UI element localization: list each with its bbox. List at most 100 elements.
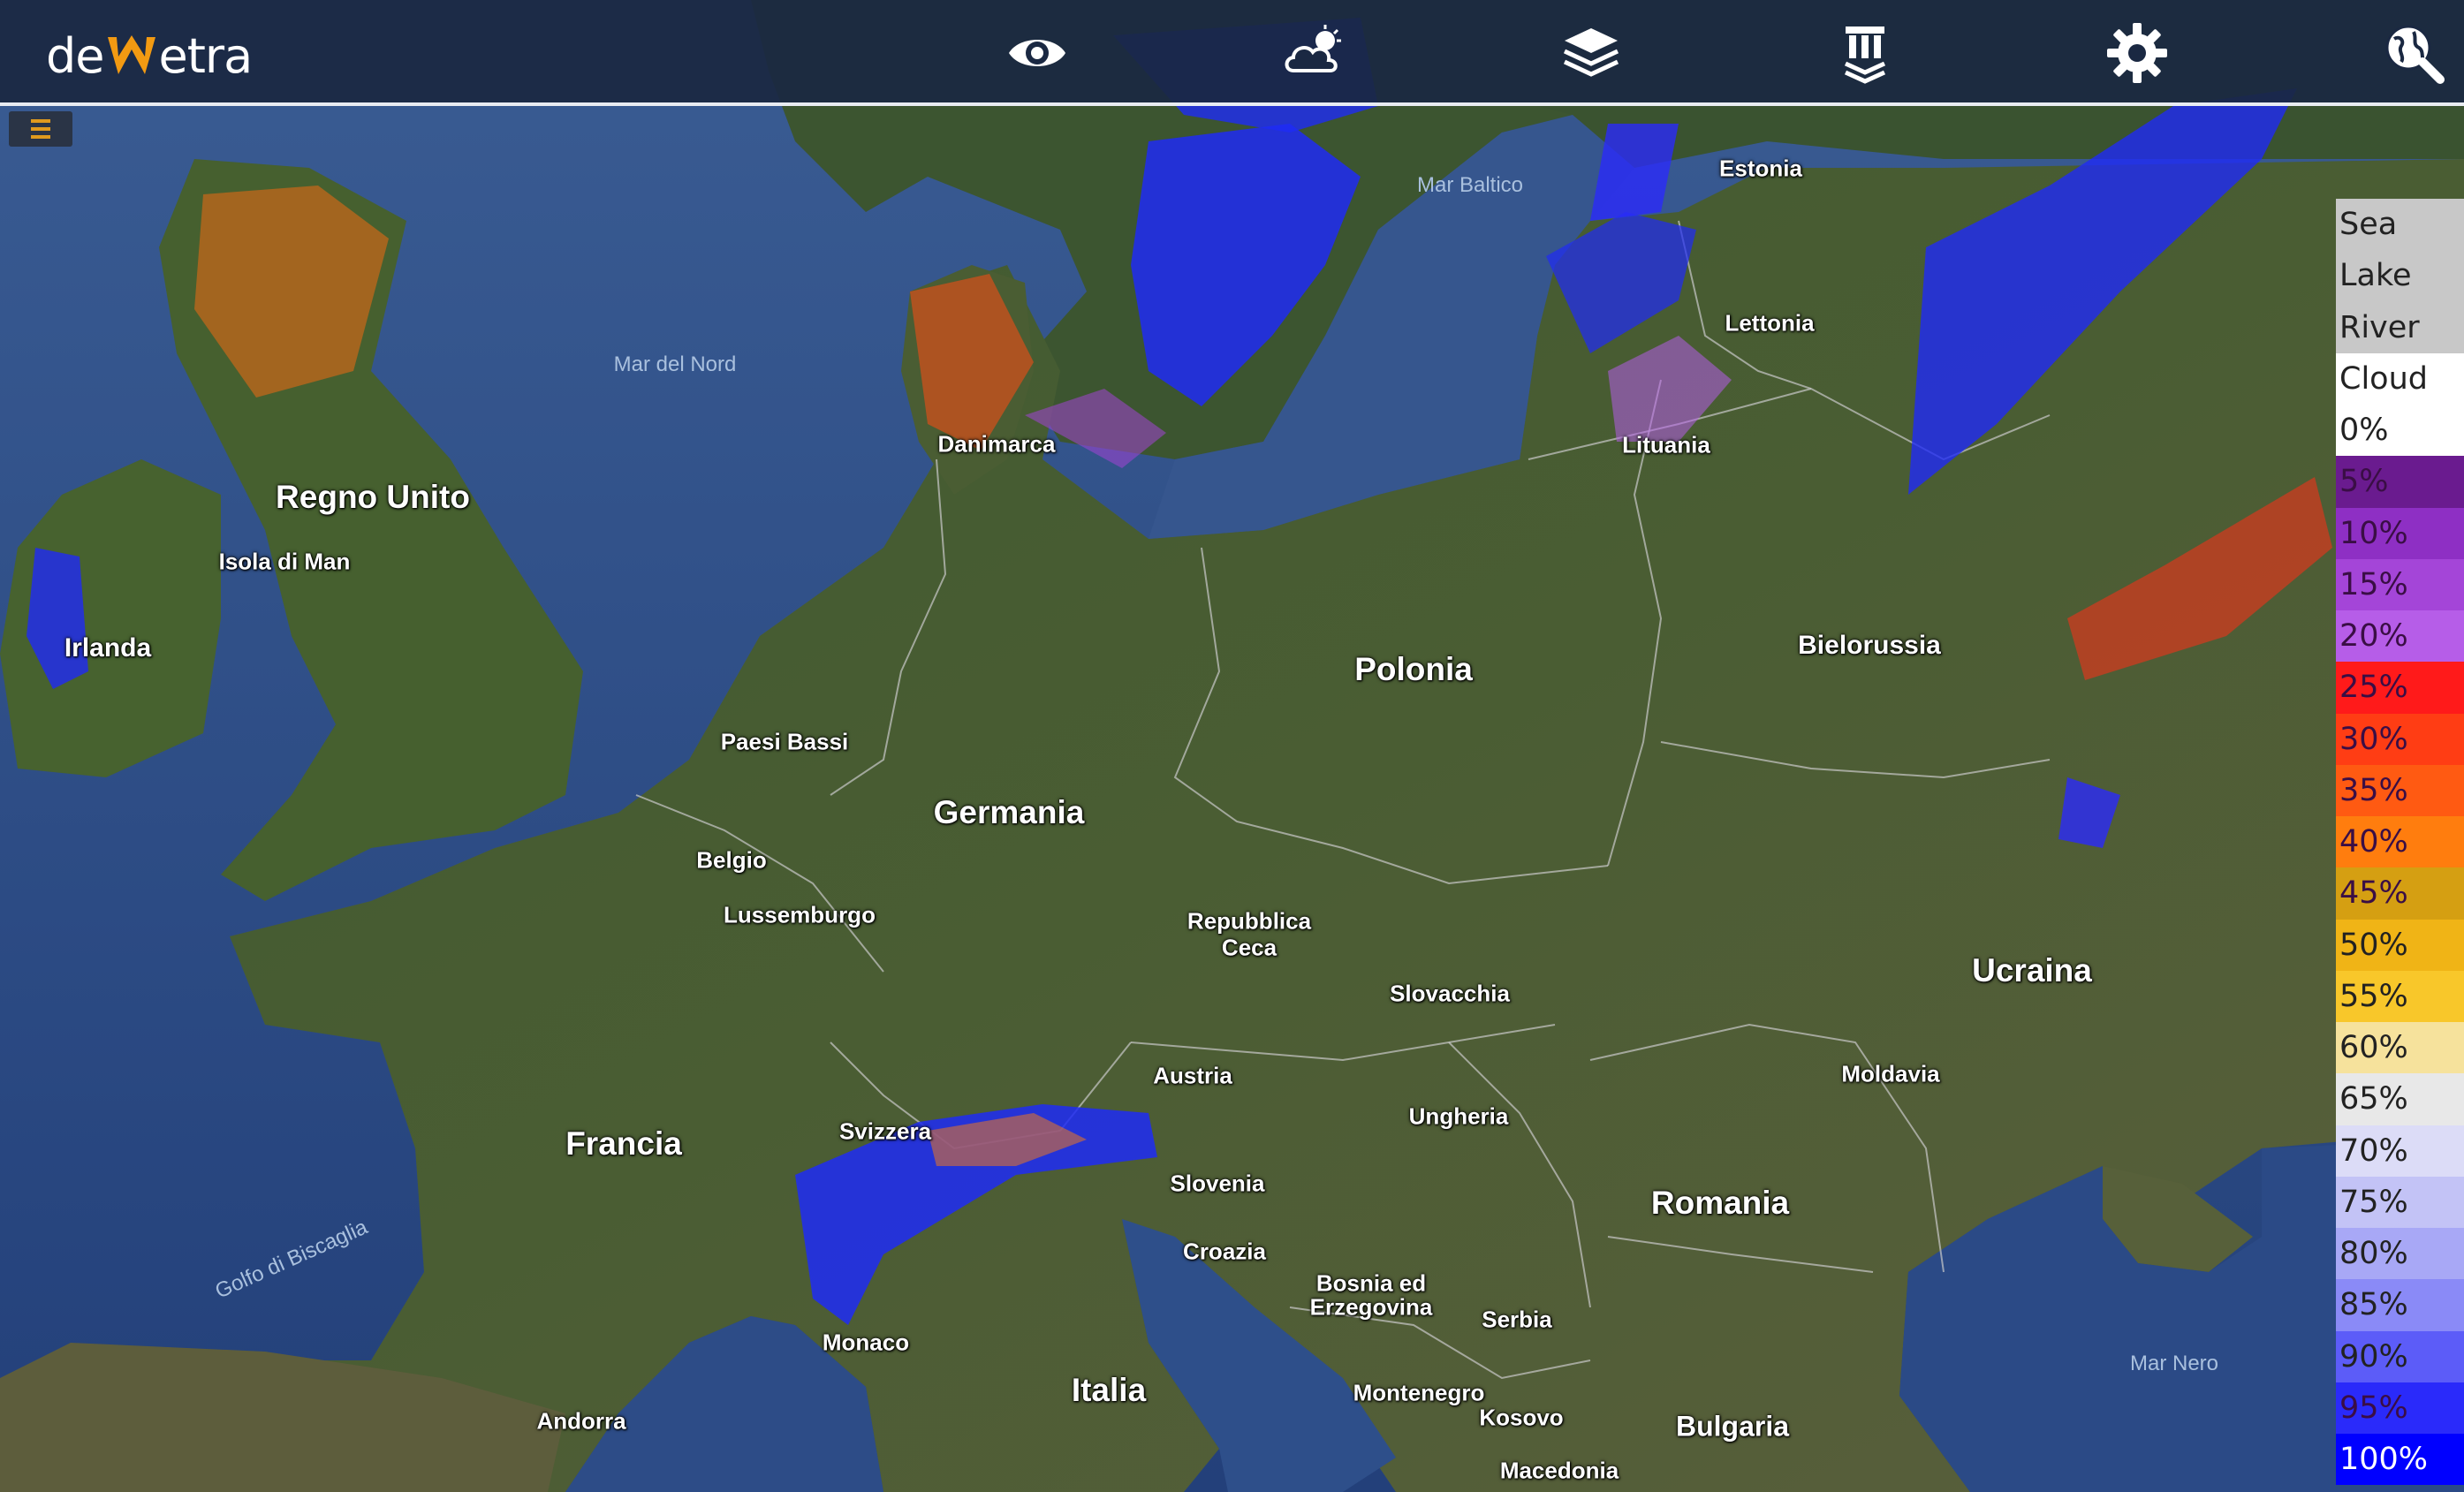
legend-label: 90% bbox=[2339, 1338, 2408, 1375]
legend-row: 20% bbox=[2336, 610, 2464, 663]
logo-w-mark bbox=[106, 32, 157, 80]
globe-search-icon bbox=[2385, 25, 2445, 84]
legend-label: 50% bbox=[2339, 927, 2408, 963]
legend-label: 5% bbox=[2339, 464, 2389, 500]
legend-label: 20% bbox=[2339, 618, 2408, 654]
label-lituania: Lituania bbox=[1622, 431, 1710, 458]
legend-row: 65% bbox=[2336, 1073, 2464, 1125]
label-lussemburgo: Lussemburgo bbox=[724, 901, 876, 928]
label-andorra: Andorra bbox=[536, 1407, 626, 1435]
legend-row: 60% bbox=[2336, 1022, 2464, 1074]
logo-text-left: de bbox=[46, 27, 104, 84]
legend-row: 30% bbox=[2336, 713, 2464, 765]
eye-icon bbox=[1009, 40, 1065, 66]
label-croazia: Croazia bbox=[1183, 1238, 1266, 1265]
label-francia: Francia bbox=[565, 1125, 682, 1162]
label-bielorussia: Bielorussia bbox=[1798, 631, 1941, 660]
label-estonia: Estonia bbox=[1719, 155, 1802, 182]
label-serbia: Serbia bbox=[1482, 1306, 1552, 1333]
label-belgio: Belgio bbox=[696, 846, 767, 874]
legend-row: Lake bbox=[2336, 250, 2464, 302]
legend-row: 40% bbox=[2336, 816, 2464, 868]
satellite-map[interactable] bbox=[0, 0, 2464, 1492]
legend-label: 35% bbox=[2339, 772, 2408, 808]
legend-label: 70% bbox=[2339, 1132, 2408, 1169]
legend-row: 80% bbox=[2336, 1228, 2464, 1280]
side-menu-toggle[interactable] bbox=[9, 111, 72, 147]
label-regno-unito: Regno Unito bbox=[276, 479, 470, 515]
legend-label: 65% bbox=[2339, 1081, 2408, 1117]
legend-row: 0% bbox=[2336, 405, 2464, 457]
eye-icon-button[interactable] bbox=[998, 14, 1076, 92]
legend-label: 0% bbox=[2339, 413, 2389, 448]
gear-icon bbox=[2107, 23, 2167, 83]
geo-search-button[interactable] bbox=[2375, 14, 2453, 92]
settings-button[interactable] bbox=[2098, 14, 2176, 92]
legend-label: 25% bbox=[2339, 670, 2408, 706]
layers-button[interactable] bbox=[1552, 14, 1630, 92]
institution-layers-button[interactable] bbox=[1826, 14, 1904, 92]
dewetra-logo[interactable]: de etra bbox=[46, 25, 254, 87]
legend-row: 55% bbox=[2336, 970, 2464, 1022]
label-romania: Romania bbox=[1650, 1185, 1790, 1221]
label-slovenia: Slovenia bbox=[1170, 1170, 1265, 1197]
snow-cover-legend: Sea Lake River Cloud 0% 5% 10% 15% 20% 25% 30% 35% 4… bbox=[2336, 199, 2464, 1492]
legend-row: 35% bbox=[2336, 764, 2464, 816]
legend-row: 100% bbox=[2336, 1434, 2464, 1486]
legend-label: 15% bbox=[2339, 566, 2408, 602]
label-mar-baltico: Mar Baltico bbox=[1416, 173, 1524, 197]
legend-label: 85% bbox=[2339, 1287, 2408, 1323]
label-svizzera: Svizzera bbox=[838, 1117, 932, 1145]
legend-row: 70% bbox=[2336, 1125, 2464, 1177]
label-ucraina: Ucraina bbox=[1972, 952, 2092, 988]
label-polonia: Polonia bbox=[1354, 651, 1473, 687]
label-montenegro: Montenegro bbox=[1353, 1379, 1485, 1406]
label-paesi-bassi: Paesi Bassi bbox=[720, 728, 849, 755]
label-mar-del-nord: Mar del Nord bbox=[613, 352, 737, 376]
label-lettonia: Lettonia bbox=[1725, 309, 1815, 337]
legend-label: 60% bbox=[2339, 1030, 2408, 1065]
legend-label: 40% bbox=[2339, 824, 2408, 860]
legend-label: 80% bbox=[2339, 1236, 2408, 1271]
legend-label: 55% bbox=[2339, 978, 2408, 1014]
layers-icon bbox=[1563, 28, 1619, 77]
legend-row: 45% bbox=[2336, 867, 2464, 920]
label-isola-di-man: Isola di Man bbox=[218, 548, 351, 575]
legend-row: 25% bbox=[2336, 662, 2464, 714]
legend-row: 75% bbox=[2336, 1176, 2464, 1228]
legend-label: 100% bbox=[2339, 1442, 2429, 1477]
legend-label: Cloud bbox=[2339, 360, 2428, 397]
legend-row: 15% bbox=[2336, 558, 2464, 610]
label-macedonia: Macedonia bbox=[1499, 1457, 1619, 1484]
legend-row: 10% bbox=[2336, 507, 2464, 559]
label-bulgaria: Bulgaria bbox=[1675, 1410, 1790, 1443]
legend-label: Sea bbox=[2339, 207, 2398, 242]
legend-label: River bbox=[2339, 309, 2420, 345]
label-germania: Germania bbox=[933, 794, 1085, 830]
legend-row: River bbox=[2336, 301, 2464, 353]
label-mar-nero: Mar Nero bbox=[2129, 1352, 2219, 1375]
legend-label: Lake bbox=[2339, 258, 2412, 294]
label-monaco: Monaco bbox=[822, 1329, 910, 1356]
label-irlanda: Irlanda bbox=[64, 633, 152, 663]
label-erzegovina: Erzegovina bbox=[1309, 1293, 1433, 1321]
legend-row: Sea bbox=[2336, 199, 2464, 251]
legend-row: 5% bbox=[2336, 456, 2464, 508]
legend-row: 90% bbox=[2336, 1330, 2464, 1382]
logo-text-right: etra bbox=[158, 27, 254, 84]
hamburger-icon bbox=[31, 119, 50, 123]
label-slovacchia: Slovacchia bbox=[1390, 980, 1510, 1007]
legend-label: 10% bbox=[2339, 515, 2408, 551]
legend-label: 75% bbox=[2339, 1184, 2408, 1220]
legend-label: 30% bbox=[2339, 721, 2408, 757]
column-stack-icon bbox=[1844, 27, 1886, 84]
top-toolbar: de etra bbox=[0, 0, 2464, 106]
weather-button[interactable] bbox=[1274, 14, 1352, 92]
label-ceca: Ceca bbox=[1221, 934, 1277, 961]
label-repubblica: Repubblica bbox=[1187, 907, 1312, 935]
legend-row: Cloud bbox=[2336, 352, 2464, 405]
legend-label: 45% bbox=[2339, 875, 2408, 912]
label-moldavia: Moldavia bbox=[1841, 1060, 1940, 1087]
label-ungheria: Ungheria bbox=[1408, 1102, 1509, 1130]
label-italia: Italia bbox=[1071, 1372, 1147, 1408]
